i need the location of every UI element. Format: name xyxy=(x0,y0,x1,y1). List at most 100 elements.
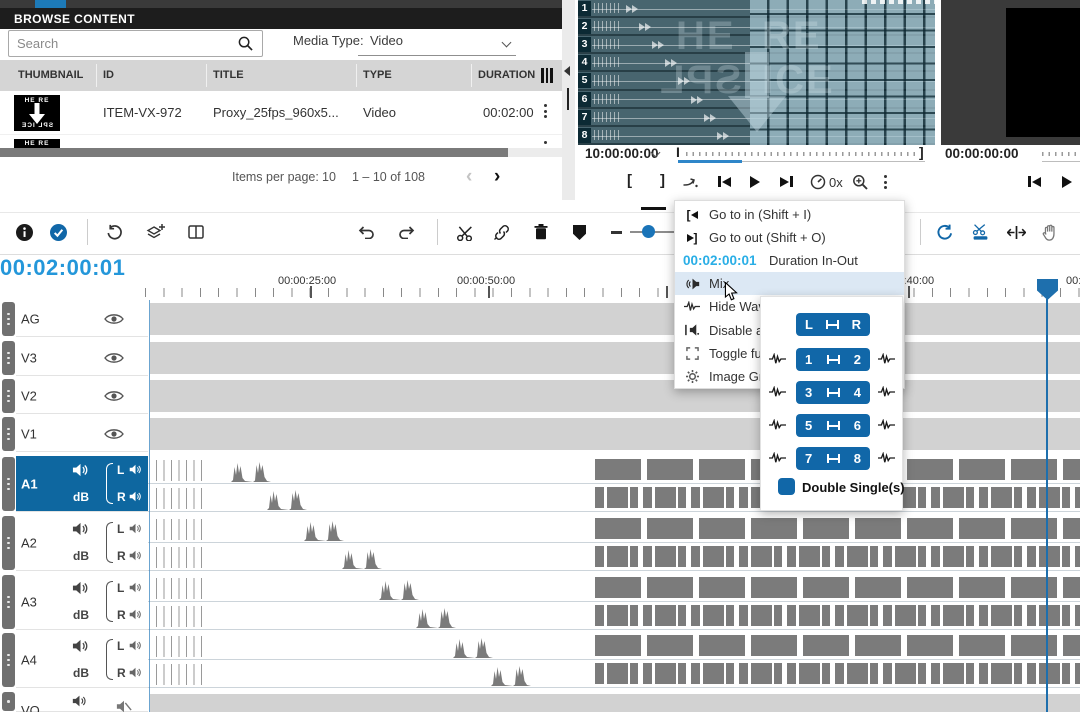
speaker-icon[interactable] xyxy=(129,464,142,475)
waveform-icon[interactable] xyxy=(878,386,895,398)
speaker-icon[interactable] xyxy=(129,523,142,534)
waveform-icon[interactable] xyxy=(769,353,786,365)
unlink-icon[interactable] xyxy=(493,224,511,241)
mix-pair-button-7-8[interactable]: 7 8 xyxy=(796,447,870,470)
visibility-eye-icon[interactable] xyxy=(104,313,124,325)
row-thumbnail-partial[interactable]: HE RE xyxy=(14,139,60,148)
redo-icon[interactable] xyxy=(398,226,415,239)
video-track-lane[interactable] xyxy=(150,418,1080,450)
speaker-icon[interactable] xyxy=(72,522,89,536)
visibility-eye-icon[interactable] xyxy=(104,428,124,440)
audio-lane-r[interactable] xyxy=(148,484,1080,512)
track-drag-handle[interactable] xyxy=(2,302,15,336)
audio-lane-r[interactable] xyxy=(148,543,1080,571)
zoom-out-minus-icon[interactable] xyxy=(611,231,622,234)
search-icon[interactable] xyxy=(238,36,253,51)
mix-pair-button-lr[interactable]: L R xyxy=(796,313,870,336)
track-header[interactable]: VO xyxy=(16,691,148,712)
speaker-icon[interactable] xyxy=(129,667,142,678)
visibility-eye-icon[interactable] xyxy=(104,390,124,402)
double-singles-checkbox[interactable] xyxy=(778,478,795,495)
waveform-icon[interactable] xyxy=(769,452,786,464)
mark-in-button[interactable]: [ xyxy=(627,172,632,189)
track-header[interactable]: A4 dB L R xyxy=(16,632,148,688)
track-header[interactable]: AG xyxy=(16,301,148,337)
speaker-icon[interactable] xyxy=(72,695,87,707)
program-play-button[interactable] xyxy=(1062,176,1072,188)
video-track-lane[interactable] xyxy=(150,380,1080,412)
speaker-icon[interactable] xyxy=(129,640,142,651)
speaker-icon[interactable] xyxy=(129,582,142,593)
audio-lane-r[interactable] xyxy=(148,660,1080,688)
trim-icon[interactable] xyxy=(1007,226,1026,239)
db-label[interactable]: dB xyxy=(73,549,89,563)
audio-lane-l[interactable] xyxy=(148,574,1080,602)
speaker-icon[interactable] xyxy=(72,581,89,595)
track-drag-handle[interactable] xyxy=(2,379,15,413)
info-icon[interactable] xyxy=(16,224,33,241)
menu-item-go-to-in[interactable]: [ Go to in (Shift + I) xyxy=(675,203,904,226)
program-skip-back-button[interactable] xyxy=(1028,176,1041,187)
menu-item-go-to-out[interactable]: ] Go to out (Shift + O) xyxy=(675,226,904,249)
browse-hscrollbar-thumb[interactable] xyxy=(0,148,508,157)
mix-pair-button-5-6[interactable]: 5 6 xyxy=(796,414,870,437)
speaker-icon[interactable] xyxy=(129,609,142,620)
prev-page-chevron-icon[interactable]: ‹ xyxy=(466,166,472,188)
track-header-selected[interactable]: A1 dB L R xyxy=(16,456,148,512)
collapse-panel-arrow-icon[interactable] xyxy=(564,66,570,76)
timeline-current-timecode[interactable]: 00:02:00:01 xyxy=(0,255,125,280)
mix-pair-button-3-4[interactable]: 3 4 xyxy=(796,381,870,404)
col-id[interactable]: ID xyxy=(103,69,114,81)
speaker-icon[interactable] xyxy=(129,550,142,561)
column-settings-icon[interactable] xyxy=(541,68,553,83)
video-track-lane[interactable] xyxy=(150,303,1080,335)
col-type[interactable]: TYPE xyxy=(363,69,392,81)
refresh-icon[interactable] xyxy=(106,224,123,241)
db-label[interactable]: dB xyxy=(73,490,89,504)
source-video-viewport[interactable]: 1 2 3 4 5 6 7 8 HE RE SPL ICE xyxy=(578,0,935,145)
track-drag-handle[interactable] xyxy=(2,516,15,570)
player-more-kebab-icon[interactable] xyxy=(884,175,887,189)
track-drag-handle[interactable] xyxy=(2,341,15,375)
audio-lane-l[interactable] xyxy=(148,456,1080,484)
play-button[interactable] xyxy=(750,176,760,188)
menu-item-mix[interactable]: Mix xyxy=(675,272,904,295)
pan-hand-icon[interactable] xyxy=(1042,224,1057,241)
waveform-icon[interactable] xyxy=(769,419,786,431)
col-duration[interactable]: DURATION xyxy=(478,69,536,81)
undo-icon[interactable] xyxy=(358,226,375,239)
waveform-icon[interactable] xyxy=(769,386,786,398)
zoom-in-icon[interactable] xyxy=(852,174,868,190)
speaker-icon[interactable] xyxy=(72,463,89,477)
trash-icon[interactable] xyxy=(534,224,548,240)
source-scrubber[interactable] xyxy=(686,152,920,156)
compare-view-icon[interactable] xyxy=(188,225,204,239)
approve-check-icon[interactable] xyxy=(50,224,67,241)
source-timecode[interactable]: 10:00:00:00 xyxy=(585,146,659,161)
video-track-lane[interactable] xyxy=(150,342,1080,374)
speaker-muted-icon[interactable] xyxy=(116,700,132,712)
table-row-partial[interactable]: HE RE xyxy=(0,135,562,148)
table-row[interactable]: HE RE SPL ICE ITEM-VX-972 Proxy_25fps_96… xyxy=(0,91,562,135)
waveform-icon[interactable] xyxy=(878,452,895,464)
program-timecode[interactable]: 00:00:00:00 xyxy=(945,146,1019,161)
track-drag-handle[interactable] xyxy=(2,575,15,629)
items-per-page-value[interactable]: 10 xyxy=(322,170,336,184)
goto-icon[interactable] xyxy=(682,176,698,188)
track-drag-handle[interactable] xyxy=(2,633,15,687)
track-drag-handle[interactable] xyxy=(2,457,15,511)
horizontal-splitter-handle[interactable] xyxy=(641,207,666,210)
track-drag-handle[interactable] xyxy=(2,692,15,711)
visibility-eye-icon[interactable] xyxy=(104,352,124,364)
search-input[interactable] xyxy=(9,36,238,51)
rotate-icon[interactable] xyxy=(936,224,953,241)
splitter-grip[interactable] xyxy=(567,88,569,110)
audio-lane-l[interactable] xyxy=(148,515,1080,543)
mark-out-button[interactable]: ] xyxy=(660,172,665,189)
speaker-icon[interactable] xyxy=(129,491,142,502)
cut-scissors-icon[interactable] xyxy=(457,226,474,241)
scrubber-out-marker[interactable]: ] xyxy=(919,144,924,160)
media-type-caret-icon[interactable] xyxy=(502,38,512,48)
track-header[interactable]: A3 dB L R xyxy=(16,574,148,630)
row-menu-kebab-icon[interactable] xyxy=(544,104,547,118)
